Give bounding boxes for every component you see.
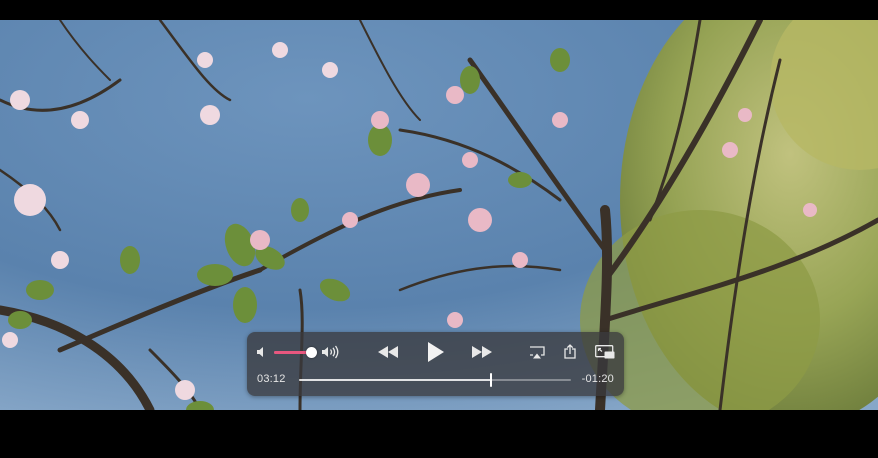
mute-button[interactable]: [255, 345, 269, 359]
playback-controls: 03:12 -01:20: [247, 332, 624, 396]
share-icon: [564, 343, 576, 359]
volume-low-icon: [257, 347, 263, 357]
play-icon: [428, 342, 444, 362]
current-time: 03:12: [257, 373, 286, 385]
fast-forward-icon: [472, 346, 492, 358]
fast-forward-button[interactable]: [470, 343, 494, 361]
remaining-time: -01:20: [581, 373, 614, 385]
playhead[interactable]: [490, 373, 493, 387]
play-button[interactable]: [424, 340, 448, 364]
volume-slider-knob[interactable]: [305, 347, 317, 358]
progress-scrubber[interactable]: [299, 373, 571, 387]
progress-fill: [299, 379, 492, 381]
video-player: 03:12 -01:20: [0, 0, 878, 458]
volume-high-icon: [322, 345, 339, 359]
max-volume-button[interactable]: [320, 343, 342, 361]
picture-in-picture-button[interactable]: [594, 344, 616, 360]
picture-in-picture-icon: [595, 345, 615, 359]
volume-slider[interactable]: [274, 347, 317, 358]
airplay-icon: [530, 345, 545, 358]
airplay-button[interactable]: [528, 344, 546, 360]
share-button[interactable]: [562, 342, 578, 360]
rewind-button[interactable]: [376, 343, 400, 361]
rewind-icon: [378, 346, 398, 358]
